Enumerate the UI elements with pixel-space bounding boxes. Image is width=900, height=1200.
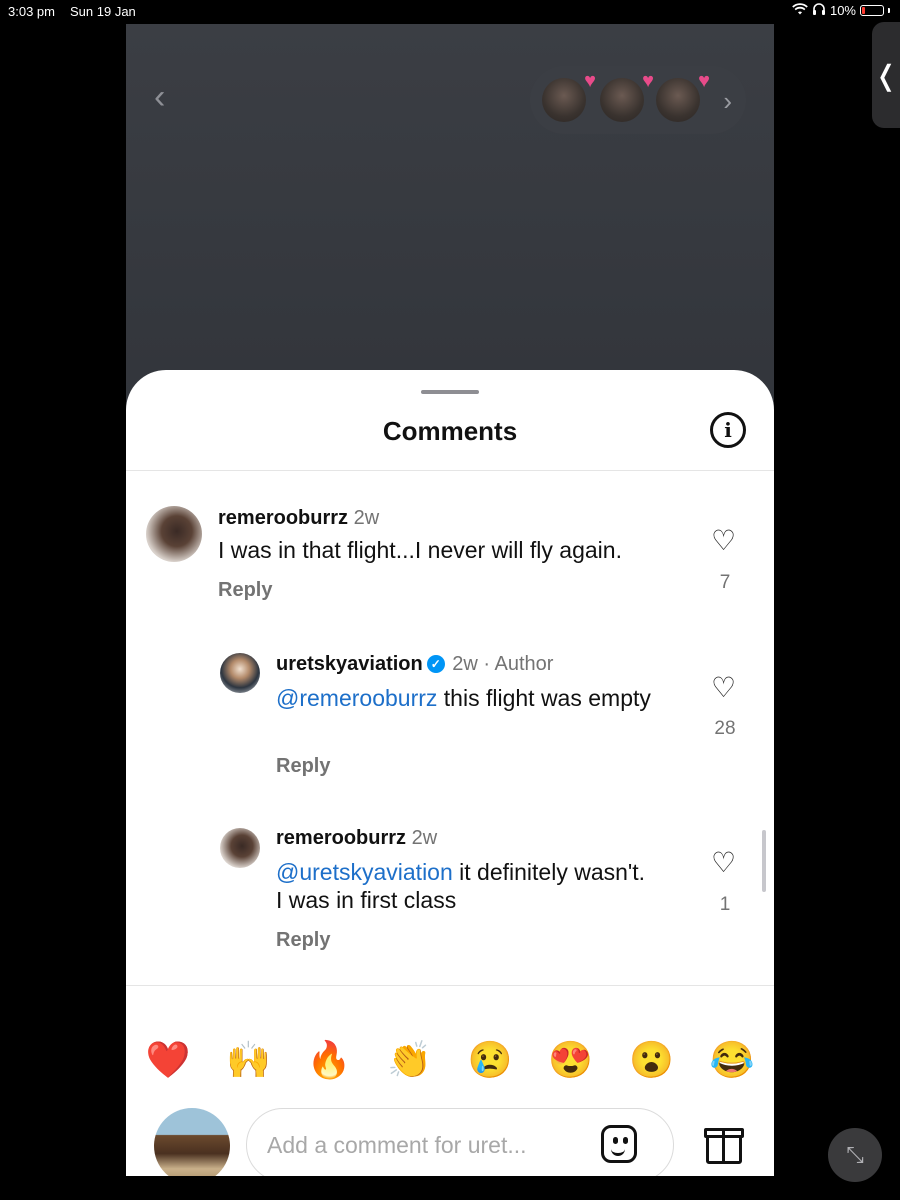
emoji-fire-button[interactable]: 🔥 bbox=[307, 1039, 352, 1080]
emoji-laughing-button[interactable]: 😂 bbox=[710, 1039, 755, 1080]
heart-outline-icon[interactable]: ♡ bbox=[711, 674, 736, 702]
back-chevron-icon[interactable]: ‹ bbox=[154, 80, 165, 114]
avatar[interactable] bbox=[146, 506, 202, 562]
emoji-clap-button[interactable]: 👏 bbox=[387, 1039, 432, 1080]
mention-link[interactable]: @uretskyaviation bbox=[276, 859, 453, 885]
comment-username[interactable]: remerooburrz 2w bbox=[276, 827, 437, 850]
status-indicators: 10% bbox=[792, 3, 890, 18]
current-user-avatar[interactable] bbox=[154, 1108, 230, 1176]
comment-time: 2w bbox=[353, 507, 380, 529]
reply-button[interactable]: Reply bbox=[276, 755, 330, 778]
battery-icon bbox=[860, 5, 884, 16]
chevron-right-icon: › bbox=[723, 86, 732, 116]
comments-sheet: Comments i remerooburrz 2w I was in that… bbox=[126, 370, 774, 1176]
info-icon[interactable]: i bbox=[710, 412, 746, 448]
divider bbox=[126, 985, 774, 986]
comment-text: @uretskyaviation it definitely wasn't. I… bbox=[276, 858, 656, 914]
status-date: Sun 19 Jan bbox=[70, 4, 136, 19]
reply-button[interactable]: Reply bbox=[276, 929, 330, 952]
emoji-heart-button[interactable]: ❤️ bbox=[146, 1039, 191, 1080]
viewer-avatar: ♥ bbox=[600, 70, 654, 122]
battery-percentage: 10% bbox=[829, 3, 856, 18]
story-viewer: ‹ ♥ ♥ ♥ › Comments i remerooburrz 2w I w… bbox=[126, 24, 774, 1176]
comment-time: 2w · Author bbox=[452, 653, 554, 675]
like-count: 28 bbox=[714, 718, 736, 739]
gift-icon[interactable] bbox=[704, 1128, 744, 1164]
story-viewers-pill[interactable]: ♥ ♥ ♥ › bbox=[530, 66, 746, 134]
comment-body: this flight was empty bbox=[437, 685, 651, 711]
like-count: 7 bbox=[719, 572, 731, 593]
comment-username[interactable]: uretskyaviation ✓ 2w · Author bbox=[276, 653, 553, 676]
heart-icon: ♥ bbox=[642, 70, 654, 92]
divider bbox=[126, 470, 774, 471]
heart-outline-icon[interactable]: ♡ bbox=[711, 849, 736, 877]
status-time: 3:03 pm bbox=[8, 4, 55, 19]
scrollbar[interactable] bbox=[762, 830, 766, 892]
emoji-crying-button[interactable]: 😢 bbox=[468, 1039, 513, 1080]
minimize-icon[interactable]: ⤡ bbox=[828, 1128, 882, 1182]
headphones-icon bbox=[812, 3, 826, 18]
sheet-title: Comments bbox=[382, 416, 518, 446]
comment-username[interactable]: remerooburrz 2w bbox=[218, 507, 379, 530]
comment-time: 2w bbox=[411, 827, 438, 849]
viewer-avatar: ♥ bbox=[542, 70, 596, 122]
side-panel-handle[interactable]: ❬ bbox=[872, 22, 900, 128]
viewer-avatar: ♥ bbox=[656, 70, 710, 122]
heart-icon: ♥ bbox=[584, 70, 596, 92]
comment-input[interactable]: Add a comment for uret... bbox=[246, 1108, 674, 1176]
comment-text: I was in that flight...I never will fly … bbox=[218, 537, 622, 563]
sheet-grabber[interactable] bbox=[421, 390, 479, 394]
comment-text: @remerooburrz this flight was empty bbox=[276, 684, 656, 712]
username-text[interactable]: remerooburrz bbox=[276, 827, 406, 849]
reply-button[interactable]: Reply bbox=[218, 579, 272, 602]
emoji-reactions-bar: ❤️ 🙌 🔥 👏 😢 😍 😮 😂 bbox=[146, 1038, 755, 1082]
wifi-icon bbox=[792, 3, 808, 18]
avatar[interactable] bbox=[220, 828, 260, 868]
emoji-raised-hands-button[interactable]: 🙌 bbox=[226, 1039, 271, 1080]
mention-link[interactable]: @remerooburrz bbox=[276, 685, 437, 711]
heart-outline-icon[interactable]: ♡ bbox=[711, 527, 736, 555]
chevron-left-icon: ❬ bbox=[874, 59, 898, 91]
status-bar: 3:03 pm Sun 19 Jan 10% bbox=[0, 0, 900, 22]
sticker-icon[interactable] bbox=[601, 1125, 637, 1163]
verified-badge-icon: ✓ bbox=[426, 655, 445, 673]
avatar[interactable] bbox=[220, 653, 260, 693]
heart-icon: ♥ bbox=[698, 70, 710, 92]
username-text[interactable]: uretskyaviation bbox=[276, 653, 423, 675]
emoji-heart-eyes-button[interactable]: 😍 bbox=[548, 1039, 593, 1080]
comment-input-placeholder[interactable]: Add a comment for uret... bbox=[267, 1132, 527, 1159]
like-count: 1 bbox=[719, 894, 731, 915]
emoji-surprised-button[interactable]: 😮 bbox=[629, 1039, 674, 1080]
username-text[interactable]: remerooburrz bbox=[218, 507, 348, 529]
